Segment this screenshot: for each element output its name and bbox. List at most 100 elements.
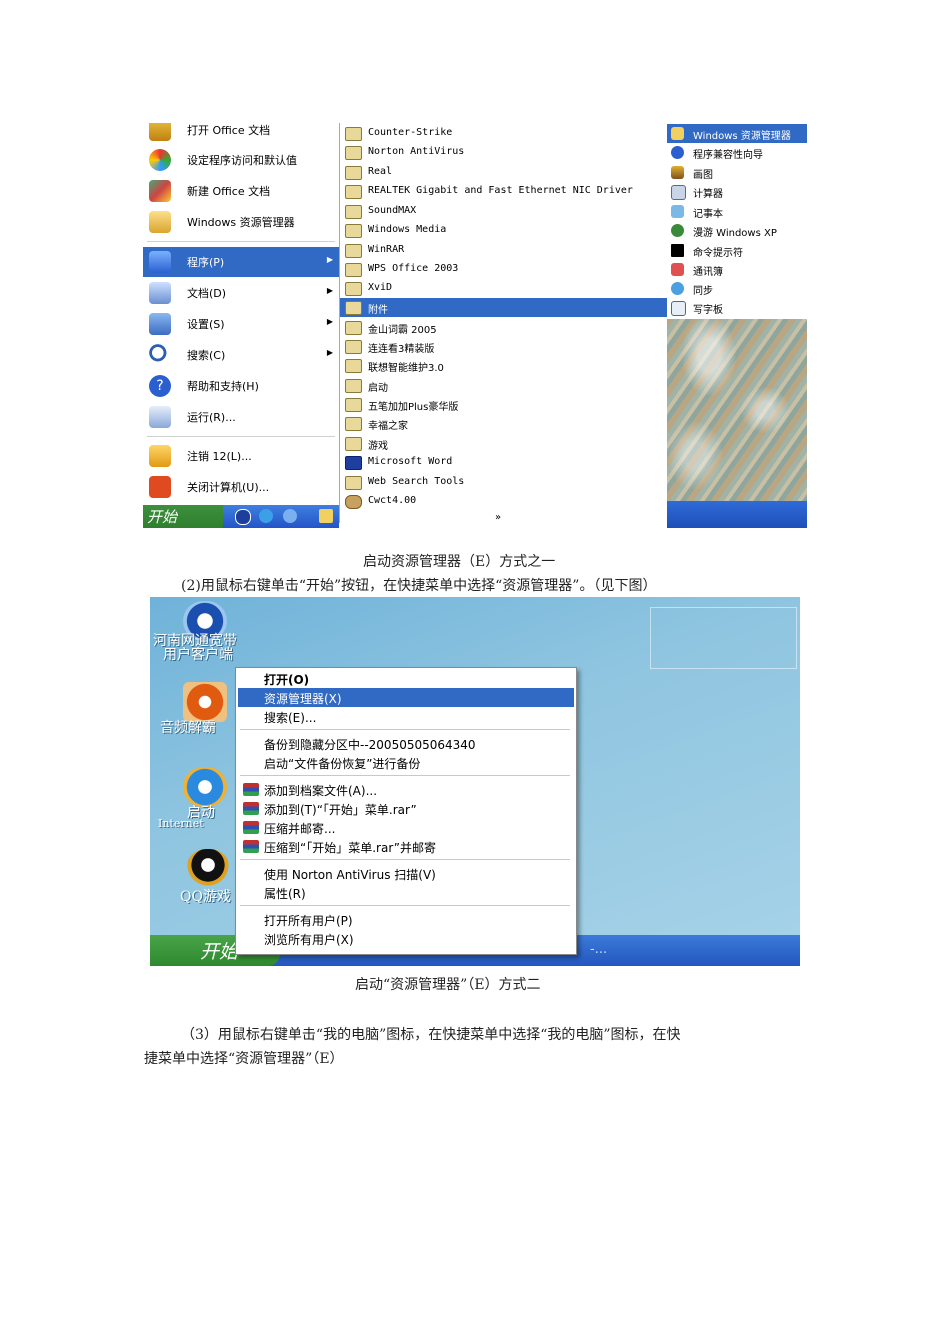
menu-item-search[interactable]: 搜索(C) ▶ (143, 340, 339, 370)
accessory-item[interactable]: 命令提示符 (667, 241, 807, 260)
ie-icon[interactable] (259, 509, 273, 523)
quick-launch-icon[interactable] (235, 509, 251, 525)
program-item[interactable]: 游戏▶ (340, 434, 676, 453)
program-access-icon (149, 149, 171, 171)
menu-item-logoff[interactable]: 注销 12(L)... (143, 441, 339, 471)
office-new-icon (149, 180, 171, 202)
menu-item-set-program-access[interactable]: 设定程序访问和默认值 (143, 145, 339, 175)
caption-figure-2: 启动“资源管理器”（E）方式二 (355, 977, 541, 993)
context-item-open-all-users[interactable]: 打开所有用户(P) (238, 910, 574, 929)
accessory-item[interactable]: 写字板 (667, 298, 807, 317)
menu-item-windows-explorer[interactable]: Windows 资源管理器 (143, 207, 339, 237)
explorer-folder-icon (149, 211, 171, 233)
program-item[interactable]: 启动▶ (340, 376, 676, 395)
menu-item-help[interactable]: ? 帮助和支持(H) (143, 371, 339, 401)
program-item[interactable]: 五笔加加Plus豪华版▶ (340, 395, 676, 414)
divider (147, 241, 335, 242)
wallpaper-image (667, 319, 807, 501)
context-item-properties[interactable]: 属性(R) (238, 883, 574, 902)
paragraph-step-2: (2)用鼠标右键单击“开始”按钮，在快捷菜单中选择“资源管理器”。（见下图） (181, 578, 657, 594)
context-item-backup-hidden[interactable]: 备份到隐藏分区中--20050505064340 (238, 734, 574, 753)
taskbar-window-label[interactable]: -... (590, 942, 607, 957)
context-item-add-rar[interactable]: 添加到(T)“「开始」菜单.rar” (238, 799, 574, 818)
quick-launch-icon[interactable] (283, 509, 297, 523)
program-folder-icon (345, 437, 362, 451)
submenu-arrow-icon: ▶ (326, 286, 333, 295)
menu-item-label: Windows 资源管理器 (187, 216, 295, 229)
program-item[interactable]: Web Search Tools▶ (340, 473, 676, 492)
program-item[interactable]: 幸福之家▶ (340, 414, 676, 433)
context-item-add-archive[interactable]: 添加到档案文件(A)... (238, 780, 574, 799)
caption-figure-1: 启动资源管理器（E）方式之一 (363, 554, 556, 570)
application-icon (345, 495, 362, 509)
program-folder-icon (345, 185, 362, 199)
program-item[interactable]: WinRAR▶ (340, 241, 676, 260)
program-item-accessories[interactable]: 附件▶ (340, 298, 676, 317)
winrar-icon (243, 821, 259, 834)
program-item[interactable]: 联想智能维护3.0▶ (340, 356, 676, 375)
context-item-open[interactable]: 打开(O) (238, 669, 574, 688)
run-icon (149, 406, 171, 428)
menu-item-label: 搜索(C) (187, 349, 226, 362)
program-item[interactable]: REALTEK Gigabit and Fast Ethernet NIC Dr… (340, 182, 676, 201)
accessory-item[interactable]: 记事本 (667, 202, 807, 221)
context-item-compress-email[interactable]: 压缩并邮寄... (238, 818, 574, 837)
menu-item-shutdown[interactable]: 关闭计算机(U)... (143, 472, 339, 502)
program-item[interactable]: Counter-Strike▶ (340, 124, 676, 143)
accessory-item[interactable]: 程序兼容性向导 (667, 143, 807, 162)
accessory-item[interactable]: 画图 (667, 163, 807, 182)
start-button[interactable]: 开始 (147, 506, 177, 527)
paragraph-step-3-line-2: 捷菜单中选择“资源管理器”（E） (144, 1051, 344, 1067)
context-item-norton-scan[interactable]: 使用 Norton AntiVirus 扫描(V) (238, 864, 574, 883)
search-icon (149, 344, 171, 366)
winrar-icon (243, 840, 259, 853)
accessory-item[interactable]: 计算器 (667, 182, 807, 201)
accessory-item[interactable]: 同步 (667, 279, 807, 298)
context-item-explore-all-users[interactable]: 浏览所有用户(X) (238, 929, 574, 948)
menu-item-open-office-document[interactable]: 打开 Office 文档 (143, 123, 339, 145)
desktop-strip (667, 501, 807, 528)
menu-item-settings[interactable]: 设置(S) ▶ (143, 309, 339, 339)
help-icon: ? (149, 375, 171, 397)
expand-more-icon[interactable]: » (495, 512, 501, 523)
program-folder-icon (345, 244, 362, 258)
tour-icon (671, 224, 684, 237)
desktop-context-menu-screenshot: 河南网通宽带 用户客户端 音频解霸 启动 Internet QQ游戏 开始 -.… (150, 597, 800, 966)
program-item[interactable]: 连连看3精装版▶ (340, 337, 676, 356)
program-item-word[interactable]: Microsoft Word (340, 453, 668, 472)
folder-icon[interactable] (319, 509, 333, 523)
program-item[interactable]: Cwct4.00 (340, 492, 668, 511)
context-item-file-backup[interactable]: 启动“文件备份恢复”进行备份 (238, 753, 574, 772)
menu-item-new-office-document[interactable]: 新建 Office 文档 (143, 176, 339, 206)
accessory-item-windows-explorer[interactable]: Windows 资源管理器 (667, 124, 807, 143)
program-folder-icon (345, 127, 362, 141)
program-folder-icon (345, 321, 362, 335)
menu-item-label: 运行(R)... (187, 411, 236, 424)
program-folder-icon (345, 224, 362, 238)
program-folder-icon (345, 205, 362, 219)
program-item[interactable]: Windows Media▶ (340, 221, 676, 240)
programs-submenu: Counter-Strike▶ Norton AntiVirus▶ Real▶ … (339, 123, 676, 523)
program-item[interactable]: Norton AntiVirus▶ (340, 143, 676, 162)
context-item-explorer[interactable]: 资源管理器(X) (238, 688, 574, 707)
program-item[interactable]: WPS Office 2003▶ (340, 260, 676, 279)
menu-item-programs[interactable]: 程序(P) ▶ (143, 247, 339, 277)
menu-item-documents[interactable]: 文档(D) ▶ (143, 278, 339, 308)
context-item-compress-rar-email[interactable]: 压缩到“「开始」菜单.rar”并邮寄 (238, 837, 574, 856)
accessory-item[interactable]: 通讯簿 (667, 260, 807, 279)
command-prompt-icon (671, 244, 684, 257)
internet-explorer-icon[interactable] (183, 767, 227, 807)
program-item[interactable]: XviD▶ (340, 279, 676, 298)
accessory-item[interactable]: 漫游 Windows XP (667, 221, 807, 240)
audio-player-icon[interactable] (183, 682, 227, 722)
menu-item-label: 关闭计算机(U)... (187, 481, 270, 494)
menu-item-run[interactable]: 运行(R)... (143, 402, 339, 432)
menu-item-label: 程序(P) (187, 256, 225, 269)
program-item[interactable]: 金山词霸 2005▶ (340, 318, 676, 337)
qq-game-icon[interactable] (186, 849, 230, 889)
program-item[interactable]: SoundMAX▶ (340, 202, 676, 221)
word-icon (345, 456, 362, 470)
context-item-search[interactable]: 搜索(E)... (238, 707, 574, 726)
program-item[interactable]: Real▶ (340, 163, 676, 182)
desktop-icon-label: 用户客户端 (163, 647, 233, 663)
